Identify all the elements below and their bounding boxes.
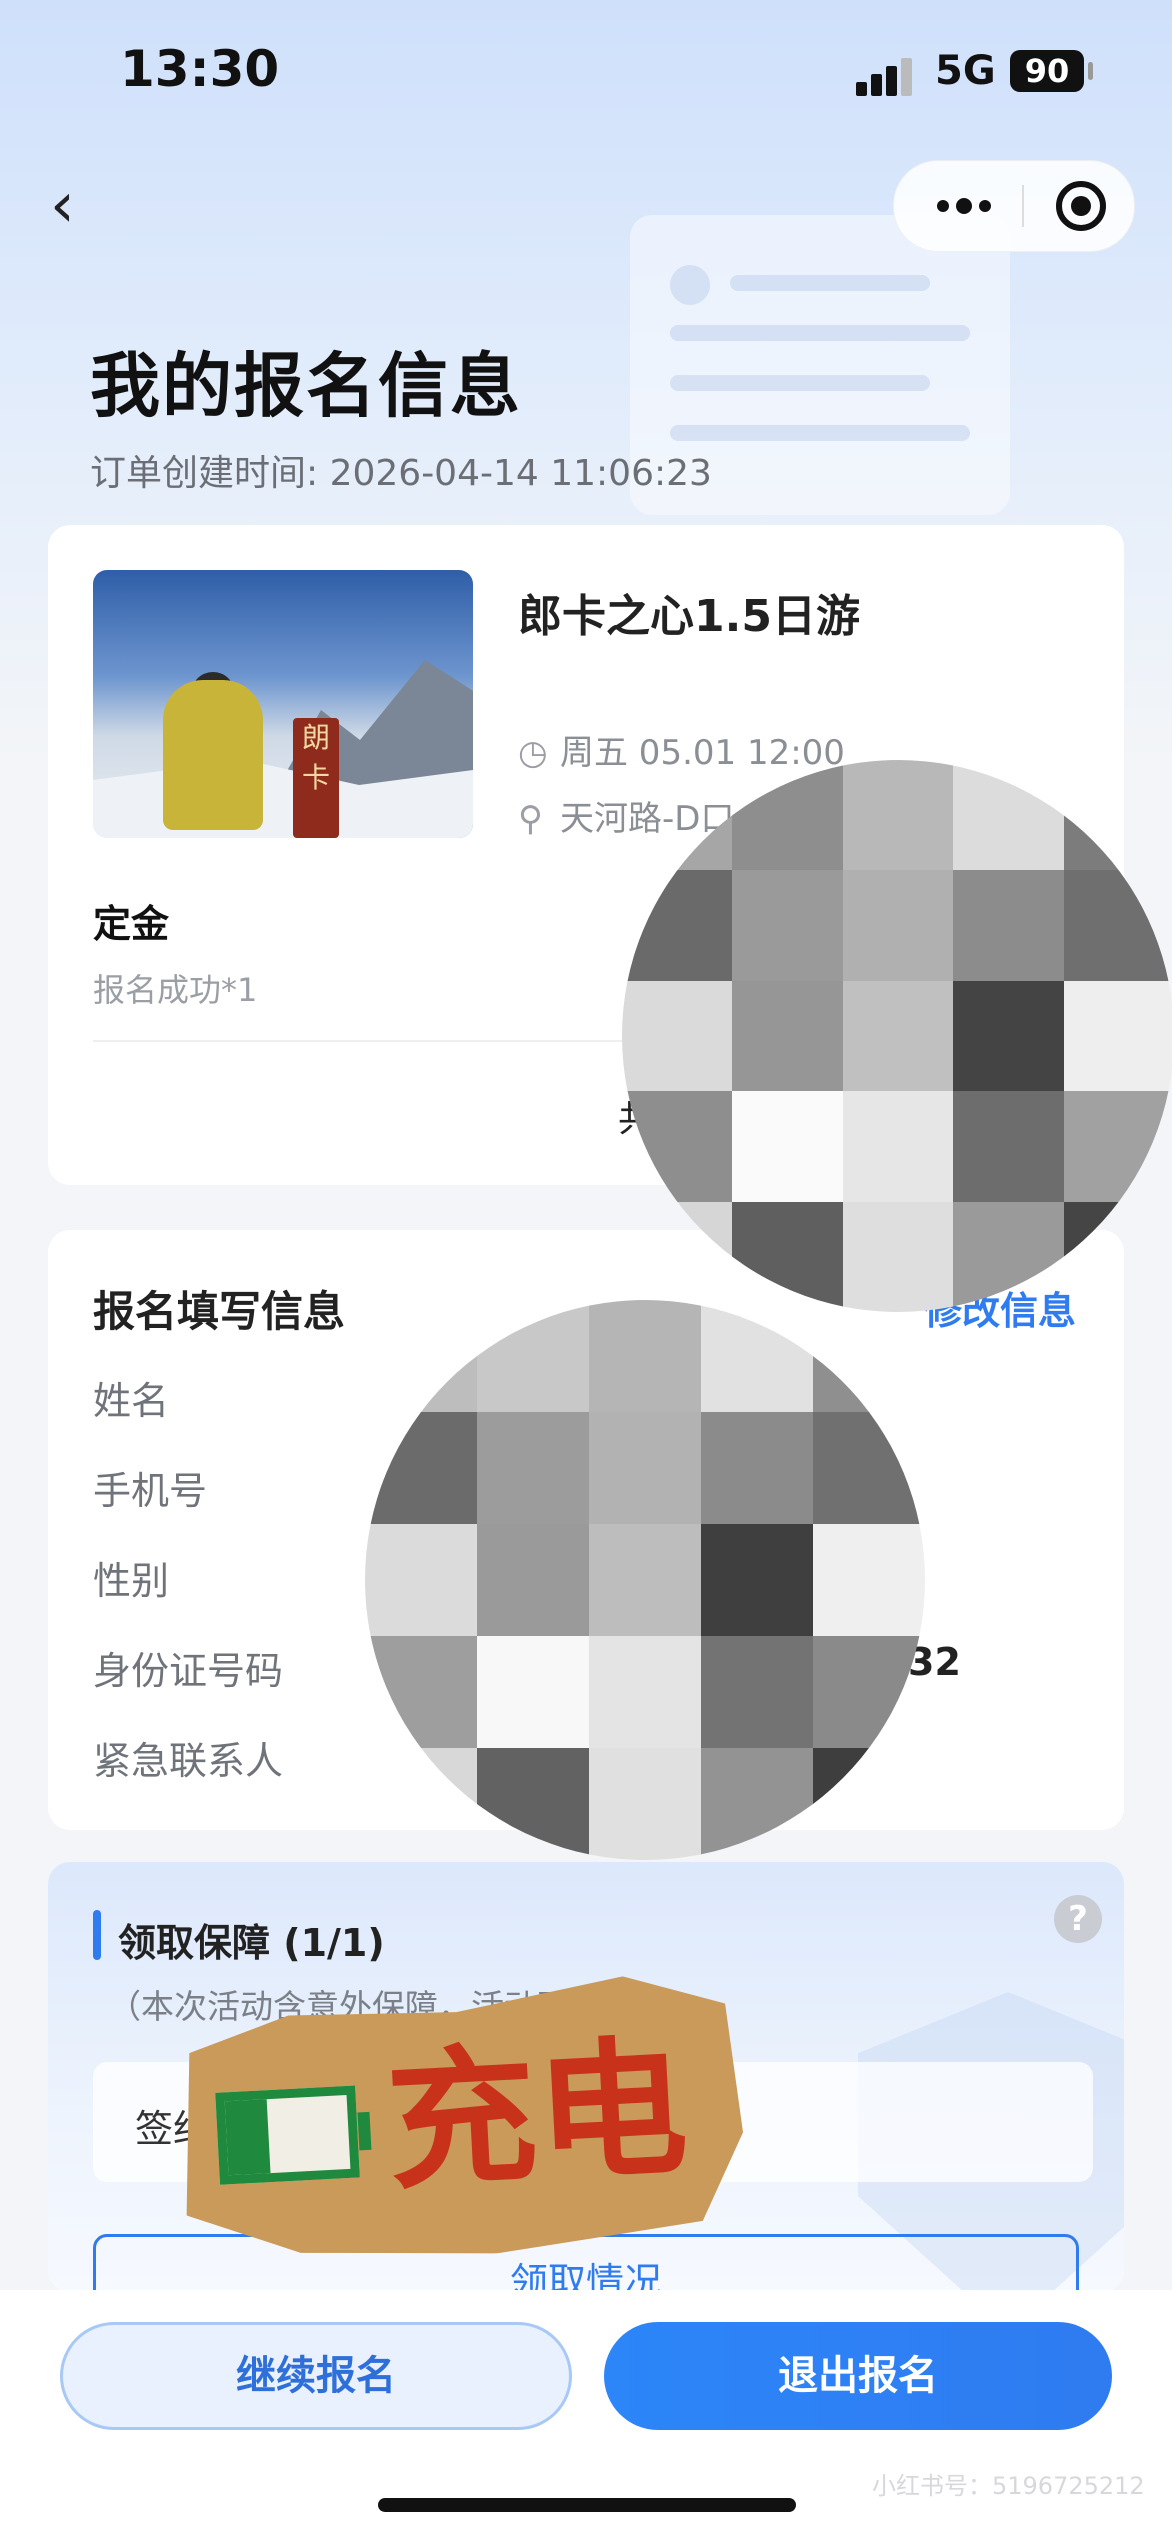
section-accent-bar <box>93 1910 101 1960</box>
field-label-name: 姓名 <box>93 1379 170 1423</box>
sticker-text: 充电 <box>382 2021 692 2211</box>
more-dots-icon[interactable] <box>924 161 1004 251</box>
help-question-icon[interactable]: ? <box>1054 1895 1102 1943</box>
continue-registration-button[interactable]: 继续报名 <box>60 2322 572 2430</box>
registration-status: 报名成功*1 <box>93 971 258 1009</box>
back-chevron-icon[interactable]: ‹ <box>50 170 100 240</box>
low-battery-icon <box>215 2086 360 2185</box>
watermark: 小红书号：5196725212 <box>872 2472 1145 2500</box>
form-section-title: 报名填写信息 <box>93 1287 346 1336</box>
field-label-gender: 性别 <box>93 1559 170 1603</box>
trip-date-row: ◷ 周五 05.01 12:00 <box>518 725 845 774</box>
battery-icon: 90 <box>1010 50 1084 92</box>
privacy-mosaic-1 <box>622 760 1172 1312</box>
item-title: 定金 <box>93 902 170 946</box>
network-type: 5G <box>935 48 996 94</box>
location-pin-icon: ⚲ <box>518 799 543 839</box>
battery-tip <box>1088 62 1093 80</box>
clock-icon: ◷ <box>518 733 548 773</box>
trip-photo: 朗卡 <box>93 570 473 838</box>
trip-name: 郎卡之心1.5日游 <box>518 591 860 642</box>
battery-tip-sticker <box>357 2112 371 2151</box>
privacy-mosaic-2 <box>365 1300 925 1860</box>
home-indicator[interactable] <box>378 2498 796 2512</box>
order-created-time: 订单创建时间: 2026-04-14 11:06:23 <box>90 453 712 494</box>
mini-program-capsule <box>893 160 1135 252</box>
status-time: 13:30 <box>120 40 280 98</box>
field-label-phone: 手机号 <box>93 1469 208 1513</box>
status-bar: 13:30 5G 90 <box>0 0 1172 150</box>
photo-sign: 朗卡 <box>293 718 339 838</box>
trip-date: 周五 05.01 12:00 <box>560 733 845 773</box>
capsule-divider <box>1022 185 1024 227</box>
quit-registration-button[interactable]: 退出报名 <box>604 2322 1112 2430</box>
field-label-emergency: 紧急联系人 <box>93 1739 284 1783</box>
signal-icon <box>856 56 916 96</box>
trip-location-row: ⚲ 天河路-D口 <box>518 791 734 840</box>
page-title: 我的报名信息 <box>90 345 522 427</box>
field-label-id: 身份证号码 <box>93 1649 284 1693</box>
close-target-icon[interactable] <box>1056 181 1106 231</box>
guarantee-title: 领取保障 (1/1) <box>118 1921 385 1965</box>
bottom-action-bar: 继续报名 退出报名 小红书号：5196725212 <box>0 2290 1172 2532</box>
trip-location: 天河路-D口 <box>560 799 735 839</box>
claim-status-button[interactable]: 领取情况 <box>93 2234 1079 2292</box>
